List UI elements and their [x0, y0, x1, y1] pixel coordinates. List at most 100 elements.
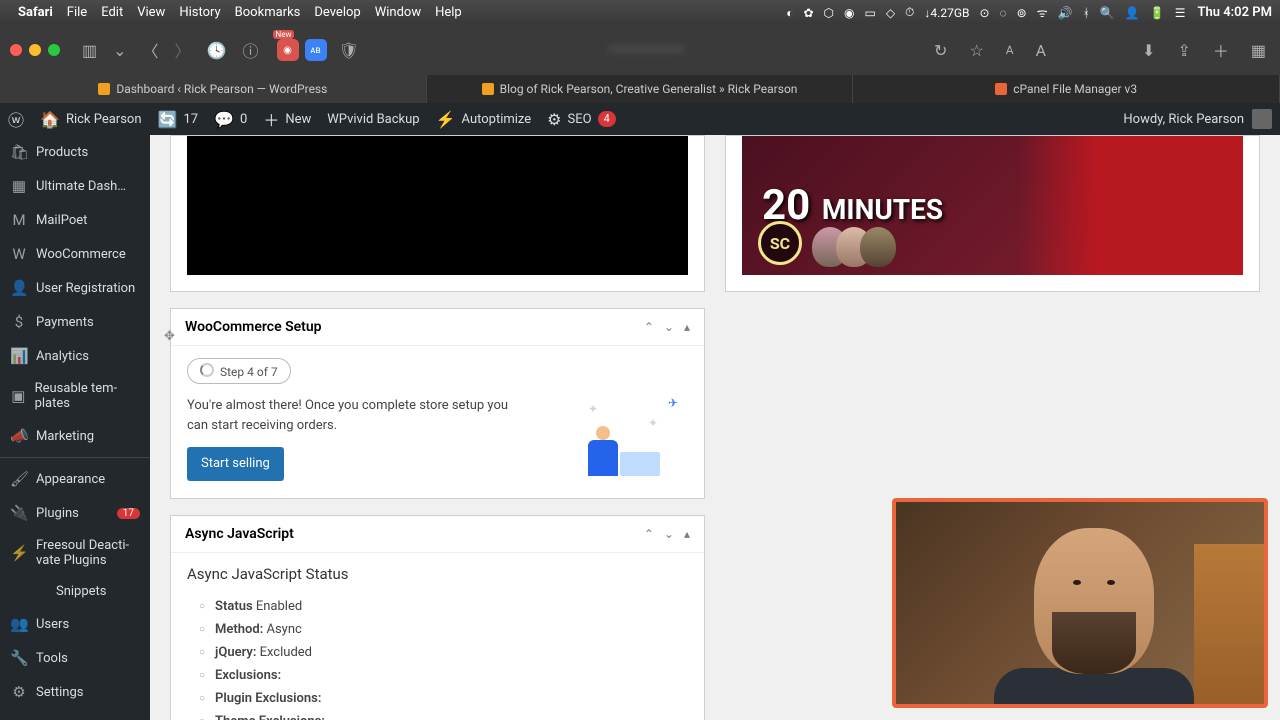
- sidebar-item-label: Products: [36, 145, 88, 160]
- downloads-icon[interactable]: ⬇: [1138, 37, 1159, 64]
- sidebar-icon: 📊: [10, 347, 28, 365]
- minimize-window-button[interactable]: [29, 44, 41, 56]
- sidebar-item[interactable]: $Payments: [0, 305, 150, 339]
- sidebar-item[interactable]: 📊Analytics: [0, 339, 150, 373]
- wp-sidebar: 🛍Products▦Ultimate Dash…MMailPoetWWooCom…: [0, 135, 150, 720]
- sidebar-item[interactable]: ▦Ultimate Dash…: [0, 169, 150, 203]
- browser-tab[interactable]: Blog of Rick Pearson, Creative Generalis…: [427, 75, 854, 103]
- status-icon[interactable]: ◐: [786, 6, 793, 20]
- menu-window[interactable]: Window: [375, 5, 421, 20]
- status-icon[interactable]: ◌: [1000, 6, 1007, 20]
- tab-overview-icon[interactable]: ▦: [1247, 37, 1270, 64]
- status-icon[interactable]: ⊚: [1017, 6, 1027, 20]
- sidebar-item[interactable]: ◐All in One SEO: [0, 709, 150, 720]
- start-selling-button[interactable]: Start selling: [187, 447, 284, 481]
- new-content-link[interactable]: ＋New: [263, 107, 311, 131]
- wp-logo-icon[interactable]: ⓦ: [8, 107, 24, 131]
- video-thumbnail[interactable]: 20 MINUTES SC: [742, 136, 1243, 275]
- async-subtitle: Async JavaScript Status: [187, 565, 688, 583]
- status-icon[interactable]: ⊙: [979, 6, 989, 20]
- sidebar-item[interactable]: 👤 User Registration: [0, 271, 150, 305]
- panel-up-icon[interactable]: ⌃: [644, 527, 654, 541]
- app-name[interactable]: Safari: [18, 5, 53, 20]
- menu-bookmarks[interactable]: Bookmarks: [235, 5, 301, 20]
- menu-history[interactable]: History: [179, 5, 220, 20]
- control-center-icon[interactable]: ☰: [1175, 6, 1186, 20]
- updates-link[interactable]: 🔄17: [158, 110, 199, 129]
- sidebar-item[interactable]: 🔌Plugins17: [0, 496, 150, 530]
- browser-tab[interactable]: cPanel File Manager v3: [853, 75, 1280, 103]
- search-icon[interactable]: 🔍: [1100, 6, 1115, 20]
- extension-icon[interactable]: ᴀʙ: [305, 39, 327, 61]
- shield-icon[interactable]: 🛡: [335, 37, 363, 64]
- close-window-button[interactable]: [10, 44, 22, 56]
- status-icon[interactable]: ▭: [864, 6, 875, 20]
- tab-label: Dashboard ‹ Rick Pearson — WordPress: [116, 82, 327, 96]
- maximize-window-button[interactable]: [48, 44, 60, 56]
- panel-toggle-icon[interactable]: ▴: [684, 320, 690, 334]
- text-size-small-icon[interactable]: A: [1002, 39, 1018, 61]
- privacy-icon[interactable]: ⓘ: [238, 34, 262, 66]
- menu-file[interactable]: File: [67, 5, 87, 20]
- sidebar-item[interactable]: 📣Marketing: [0, 419, 150, 453]
- wpvivid-link[interactable]: WPvivid Backup: [327, 112, 419, 127]
- video-player[interactable]: [187, 136, 688, 275]
- status-icon[interactable]: ◇: [886, 6, 895, 20]
- sidebar-item-label: User Registration: [36, 281, 135, 296]
- move-handle-icon[interactable]: ✥: [164, 329, 175, 344]
- menu-edit[interactable]: Edit: [101, 5, 123, 20]
- list-item: Plugin Exclusions:: [199, 687, 688, 710]
- extension-icon[interactable]: ◉: [277, 39, 299, 61]
- address-bar[interactable]: ••••••••••••••••: [371, 42, 922, 58]
- site-link[interactable]: 🏠Rick Pearson: [40, 110, 142, 129]
- sidebar-item-label: Plugins: [36, 506, 79, 521]
- new-tab-button[interactable]: ＋: [1209, 34, 1233, 66]
- status-icon[interactable]: ⬡: [824, 6, 834, 20]
- history-icon[interactable]: 🕓: [203, 37, 231, 64]
- storage-indicator[interactable]: ↓4.27GB: [924, 6, 969, 20]
- menu-view[interactable]: View: [137, 5, 165, 20]
- autoptimize-link[interactable]: ⚡Autoptimize: [436, 110, 532, 129]
- back-button[interactable]: 〈: [139, 34, 163, 66]
- seo-link[interactable]: ⚙SEO4: [547, 110, 616, 129]
- sidebar-item[interactable]: ▣Reusable tem­plates: [0, 373, 150, 419]
- clock[interactable]: Thu 4:02 PM: [1197, 5, 1272, 20]
- comments-link[interactable]: 💬0: [214, 110, 247, 129]
- sidebar-item[interactable]: WWooCommerce: [0, 237, 150, 271]
- panel-toggle-icon[interactable]: ▴: [684, 527, 690, 541]
- reload-button[interactable]: ↻: [930, 37, 951, 64]
- status-icon[interactable]: ✿: [803, 6, 813, 20]
- sidebar-icon: 👤: [10, 279, 28, 297]
- menu-help[interactable]: Help: [435, 5, 462, 20]
- wifi-icon[interactable]: ᯤ: [1037, 4, 1048, 21]
- menu-develop[interactable]: Develop: [314, 5, 360, 20]
- sidebar-item[interactable]: MMailPoet: [0, 203, 150, 237]
- panel-down-icon[interactable]: ⌄: [664, 527, 674, 541]
- bluetooth-icon[interactable]: ᚼ: [1083, 6, 1090, 20]
- battery-icon[interactable]: 🔋: [1150, 6, 1165, 20]
- sidebar-icon: 🔌: [10, 504, 28, 522]
- sidebar-item[interactable]: 🔧Tools: [0, 641, 150, 675]
- sidebar-item[interactable]: ⚡Freesoul Deacti­vate Plugins: [0, 530, 150, 576]
- share-icon[interactable]: ⇪: [1173, 37, 1194, 64]
- volume-icon[interactable]: 🔊: [1058, 6, 1073, 20]
- dropdown-icon[interactable]: ⌄: [109, 37, 130, 64]
- panel-down-icon[interactable]: ⌄: [664, 320, 674, 334]
- account-link[interactable]: Howdy, Rick Pearson: [1123, 109, 1272, 129]
- status-icon[interactable]: ◉: [844, 6, 854, 20]
- favicon-icon: [995, 83, 1007, 95]
- bookmark-star-icon[interactable]: ☆: [965, 37, 987, 64]
- text-size-large-icon[interactable]: A: [1032, 37, 1050, 64]
- status-icon[interactable]: ⏱: [905, 5, 914, 20]
- sidebar-item[interactable]: 🖌Appearance: [0, 457, 150, 496]
- sidebar-item-label: Users: [36, 617, 69, 632]
- sidebar-toggle-icon[interactable]: ▥: [78, 37, 101, 64]
- sidebar-item[interactable]: Snippets: [0, 576, 150, 607]
- sidebar-item[interactable]: ⚙Settings: [0, 675, 150, 709]
- sidebar-item[interactable]: 👥Users: [0, 607, 150, 641]
- async-js-panel: Async JavaScript ⌃ ⌄ ▴ Async JavaScript …: [170, 515, 705, 720]
- sidebar-item[interactable]: 🛍Products: [0, 135, 150, 169]
- user-icon[interactable]: 👤: [1125, 6, 1140, 20]
- panel-up-icon[interactable]: ⌃: [644, 320, 654, 334]
- browser-tab[interactable]: Dashboard ‹ Rick Pearson — WordPress: [0, 75, 427, 103]
